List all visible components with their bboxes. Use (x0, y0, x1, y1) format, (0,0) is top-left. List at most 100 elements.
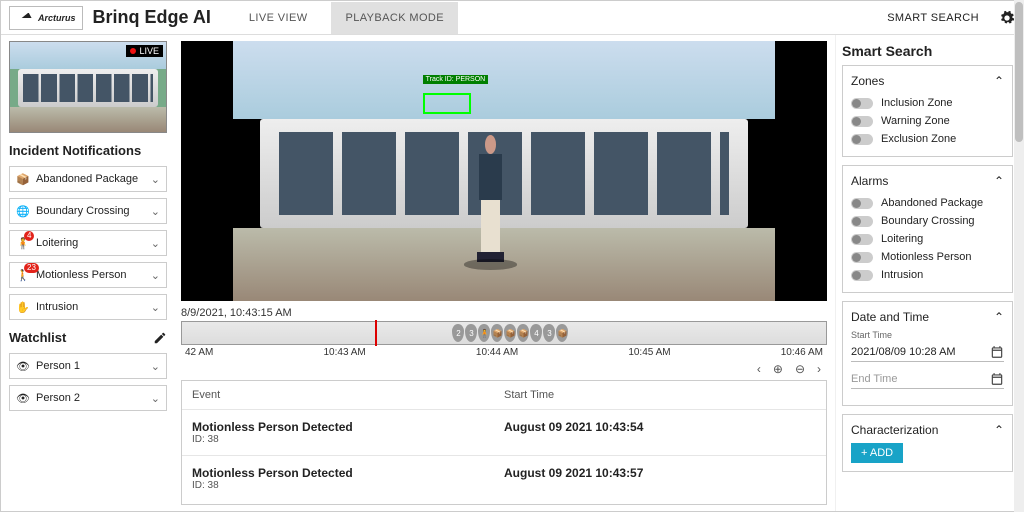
watchlist-label: Person 1 (36, 360, 80, 372)
events-table: Event Start Time Motionless Person Detec… (181, 380, 827, 505)
timeline-event-pin[interactable]: 3 (465, 324, 477, 342)
start-time-label: Start Time (851, 330, 1004, 340)
timeline-event-pin[interactable]: 📦 (504, 324, 516, 342)
scrollbar-thumb[interactable] (1015, 2, 1023, 142)
settings-gear-icon[interactable] (999, 10, 1015, 26)
tab-live-view[interactable]: LIVE VIEW (235, 2, 322, 34)
chevron-down-icon: ⌄ (151, 269, 160, 282)
zoom-out-icon[interactable]: ⊖ (795, 362, 805, 376)
video-player[interactable]: Track ID: PERSON (181, 41, 827, 301)
zone-warning[interactable]: Warning Zone (851, 112, 1004, 130)
timeline-event-pin[interactable]: 📦 (491, 324, 503, 342)
count-badge: 4 (24, 231, 34, 241)
alarm-boundary-crossing[interactable]: Boundary Crossing (851, 212, 1004, 230)
zones-header[interactable]: Zones ⌃ (851, 74, 1004, 88)
watchlist-label: Person 2 (36, 392, 80, 404)
incident-loitering[interactable]: 🧍4 Loitering ⌄ (9, 230, 167, 256)
timeline-event-pin[interactable]: 📦 (517, 324, 529, 342)
add-button[interactable]: + ADD (851, 443, 903, 463)
incident-label: Intrusion (36, 301, 78, 313)
toggle-switch[interactable] (851, 270, 873, 281)
timeline-event-pin[interactable]: 📦 (556, 324, 568, 342)
chevron-down-icon: ⌄ (151, 301, 160, 314)
incident-label: Loitering (36, 237, 78, 249)
toggle-switch[interactable] (851, 252, 873, 263)
tick-label: 10:46 AM (781, 347, 823, 358)
alarm-intrusion[interactable]: Intrusion (851, 266, 1004, 284)
next-icon[interactable]: › (817, 362, 821, 376)
detection-bounding-box (423, 93, 472, 114)
end-time-field[interactable]: End Time (851, 370, 1004, 389)
smart-search-title: Smart Search (842, 43, 1013, 59)
person-down-icon: 🚶23 (16, 268, 30, 282)
zones-title: Zones (851, 74, 884, 88)
calendar-icon[interactable] (990, 372, 1004, 386)
alarm-loitering[interactable]: Loitering (851, 230, 1004, 248)
main-content: Track ID: PERSON 8/9/2021, 10:43:15 AM 2… (173, 35, 835, 511)
alarm-abandoned-package[interactable]: Abandoned Package (851, 194, 1004, 212)
prev-icon[interactable]: ‹ (757, 362, 761, 376)
event-row[interactable]: Motionless Person Detected ID: 38 August… (182, 455, 826, 501)
calendar-icon[interactable] (990, 345, 1004, 359)
chevron-down-icon: ⌄ (151, 173, 160, 186)
tick-label: 10:45 AM (628, 347, 670, 358)
event-time: August 09 2021 10:43:57 (504, 466, 816, 491)
timeline-event-pin[interactable]: 🧍 (478, 324, 490, 342)
watchlist-person-2[interactable]: 👁 Person 2 ⌄ (9, 385, 167, 411)
alarms-title: Alarms (851, 174, 888, 188)
timeline-scrubber[interactable]: 2 3 🧍 📦 📦 📦 4 3 📦 (181, 321, 827, 345)
event-title: Motionless Person Detected (192, 466, 504, 480)
count-badge: 23 (24, 263, 39, 273)
toggle-switch[interactable] (851, 134, 873, 145)
chevron-up-icon: ⌃ (994, 174, 1004, 188)
incident-abandoned-package[interactable]: 📦 Abandoned Package ⌄ (9, 166, 167, 192)
event-id: ID: 38 (192, 434, 504, 445)
datetime-header[interactable]: Date and Time ⌃ (851, 310, 1004, 324)
chevron-up-icon: ⌃ (994, 74, 1004, 88)
incident-boundary-crossing[interactable]: 🌐 Boundary Crossing ⌄ (9, 198, 167, 224)
event-id: ID: 38 (192, 480, 504, 491)
incident-motionless-person[interactable]: 🚶23 Motionless Person ⌄ (9, 262, 167, 288)
smart-search-link[interactable]: SMART SEARCH (887, 12, 979, 24)
eye-icon: 👁 (16, 391, 30, 405)
alarm-motionless-person[interactable]: Motionless Person (851, 248, 1004, 266)
package-icon: 📦 (16, 172, 30, 186)
characterization-header[interactable]: Characterization ⌃ (851, 423, 1004, 437)
chevron-down-icon: ⌄ (151, 360, 160, 373)
alarms-card: Alarms ⌃ Abandoned Package Boundary Cros… (842, 165, 1013, 293)
chevron-down-icon: ⌄ (151, 392, 160, 405)
watchlist-person-1[interactable]: 👁 Person 1 ⌄ (9, 353, 167, 379)
characterization-title: Characterization (851, 423, 938, 437)
app-title: Brinq Edge AI (93, 7, 211, 28)
timeline-event-pin[interactable]: 4 (530, 324, 542, 342)
live-thumbnail[interactable]: LIVE (9, 41, 167, 133)
zone-exclusion[interactable]: Exclusion Zone (851, 130, 1004, 148)
col-event: Event (192, 389, 504, 401)
timeline-event-pin[interactable]: 2 (452, 324, 464, 342)
tick-label: 10:43 AM (324, 347, 366, 358)
edit-pencil-icon[interactable] (153, 331, 167, 345)
toggle-switch[interactable] (851, 216, 873, 227)
toggle-switch[interactable] (851, 98, 873, 109)
live-badge: LIVE (126, 45, 163, 57)
timeline-event-pin[interactable]: 3 (543, 324, 555, 342)
incident-intrusion[interactable]: ✋ Intrusion ⌄ (9, 294, 167, 320)
datetime-title: Date and Time (851, 310, 929, 324)
toggle-switch[interactable] (851, 198, 873, 209)
hand-icon: ✋ (16, 300, 30, 314)
toggle-switch[interactable] (851, 234, 873, 245)
events-header-row: Event Start Time (182, 381, 826, 409)
watchlist-title: Watchlist (9, 330, 167, 345)
start-time-field[interactable]: 2021/08/09 10:28 AM (851, 343, 1004, 362)
chevron-up-icon: ⌃ (994, 310, 1004, 324)
zone-inclusion[interactable]: Inclusion Zone (851, 94, 1004, 112)
end-time-placeholder: End Time (851, 373, 897, 385)
alarms-header[interactable]: Alarms ⌃ (851, 174, 1004, 188)
toggle-switch[interactable] (851, 116, 873, 127)
event-row[interactable]: Motionless Person Detected ID: 38 August… (182, 409, 826, 455)
detection-label: Track ID: PERSON (423, 75, 489, 84)
scrollbar-vertical[interactable] (1014, 0, 1024, 512)
timeline-cursor[interactable] (375, 320, 377, 346)
tab-playback-mode[interactable]: PLAYBACK MODE (331, 2, 458, 34)
zoom-in-icon[interactable]: ⊕ (773, 362, 783, 376)
